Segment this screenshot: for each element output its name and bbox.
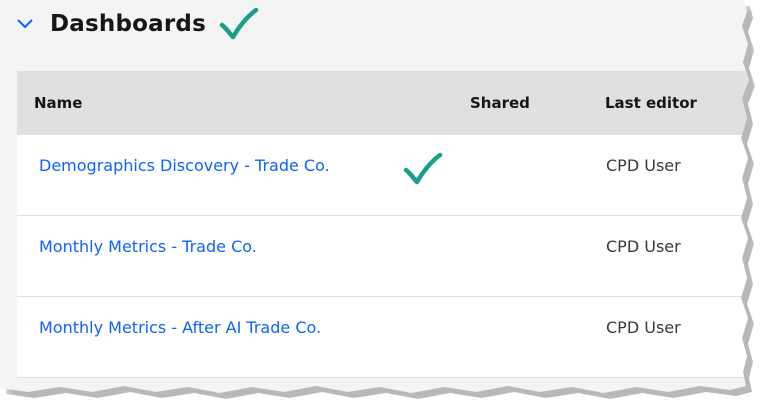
- last-editor-cell: CPD User: [606, 156, 681, 175]
- dashboard-link[interactable]: Demographics Discovery - Trade Co.: [39, 156, 330, 175]
- table-row[interactable]: Monthly Metrics - After AI Trade Co. CPD…: [17, 297, 749, 378]
- table-header: Name Shared Last editor: [17, 71, 749, 135]
- section-title: Dashboards: [50, 11, 206, 37]
- section-header: Dashboards: [14, 4, 260, 44]
- column-header-last-editor[interactable]: Last editor: [605, 94, 697, 112]
- column-header-shared[interactable]: Shared: [470, 94, 530, 112]
- last-editor-cell: CPD User: [606, 318, 681, 337]
- chevron-down-icon[interactable]: [14, 13, 36, 35]
- checkmark-icon: [218, 6, 260, 42]
- last-editor-cell: CPD User: [606, 237, 681, 256]
- screenshot-frame: Dashboards Name Shared Last editor Demog…: [0, 0, 769, 415]
- dashboard-link[interactable]: Monthly Metrics - Trade Co.: [39, 237, 257, 256]
- dashboards-table: Name Shared Last editor Demographics Dis…: [17, 71, 749, 378]
- table-row[interactable]: Demographics Discovery - Trade Co. CPD U…: [17, 135, 749, 216]
- dashboard-link[interactable]: Monthly Metrics - After AI Trade Co.: [39, 318, 321, 337]
- column-header-name[interactable]: Name: [34, 94, 82, 112]
- checkmark-icon: [402, 151, 444, 187]
- dashboards-panel: Dashboards Name Shared Last editor Demog…: [0, 0, 749, 393]
- table-row[interactable]: Monthly Metrics - Trade Co. CPD User: [17, 216, 749, 297]
